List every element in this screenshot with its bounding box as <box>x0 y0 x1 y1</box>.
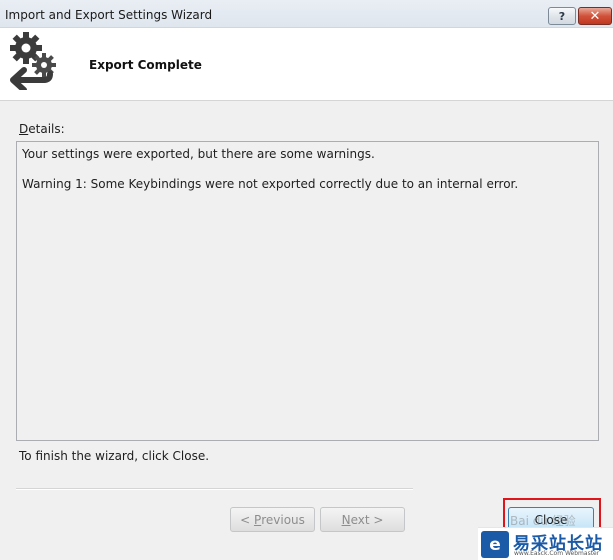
help-icon: ? <box>558 9 566 23</box>
finish-instruction: To finish the wizard, click Close. <box>19 449 210 463</box>
window-close-button[interactable]: ✕ <box>578 7 612 25</box>
details-textbox[interactable]: Your settings were exported, but there a… <box>16 141 599 441</box>
details-label-mnemonic: D <box>19 122 29 136</box>
previous-button-prefix: < <box>240 512 254 527</box>
details-line-summary: Your settings were exported, but there a… <box>22 147 375 161</box>
site-logo-glyph: e <box>489 534 501 555</box>
previous-button[interactable]: < Previous <box>230 507 315 532</box>
details-label: Details: <box>19 122 65 136</box>
site-logo-icon: e <box>481 531 509 558</box>
help-button[interactable]: ? <box>548 7 576 25</box>
page-title: Export Complete <box>89 58 202 72</box>
wizard-header: Export Complete <box>0 28 613 101</box>
window-title: Import and Export Settings Wizard <box>5 8 213 22</box>
next-button-mnemonic: N <box>341 512 351 527</box>
gears-export-icon <box>10 32 56 90</box>
next-button[interactable]: Next > <box>320 507 405 532</box>
previous-button-mnemonic: P <box>253 512 262 527</box>
footer-separator <box>16 488 413 490</box>
details-line-warning: Warning 1: Some Keybindings were not exp… <box>22 177 519 191</box>
previous-button-label: revious <box>261 512 305 527</box>
title-bar[interactable]: Import and Export Settings Wizard ? ✕ <box>0 0 613 28</box>
site-watermark-url: www.Easck.Com Webmaster <box>514 550 600 557</box>
site-watermark: e 易采站长站 www.Easck.Com Webmaster <box>478 527 613 560</box>
details-label-text: etails: <box>28 122 65 136</box>
next-button-label: ext > <box>350 512 384 527</box>
close-icon: ✕ <box>589 8 601 24</box>
